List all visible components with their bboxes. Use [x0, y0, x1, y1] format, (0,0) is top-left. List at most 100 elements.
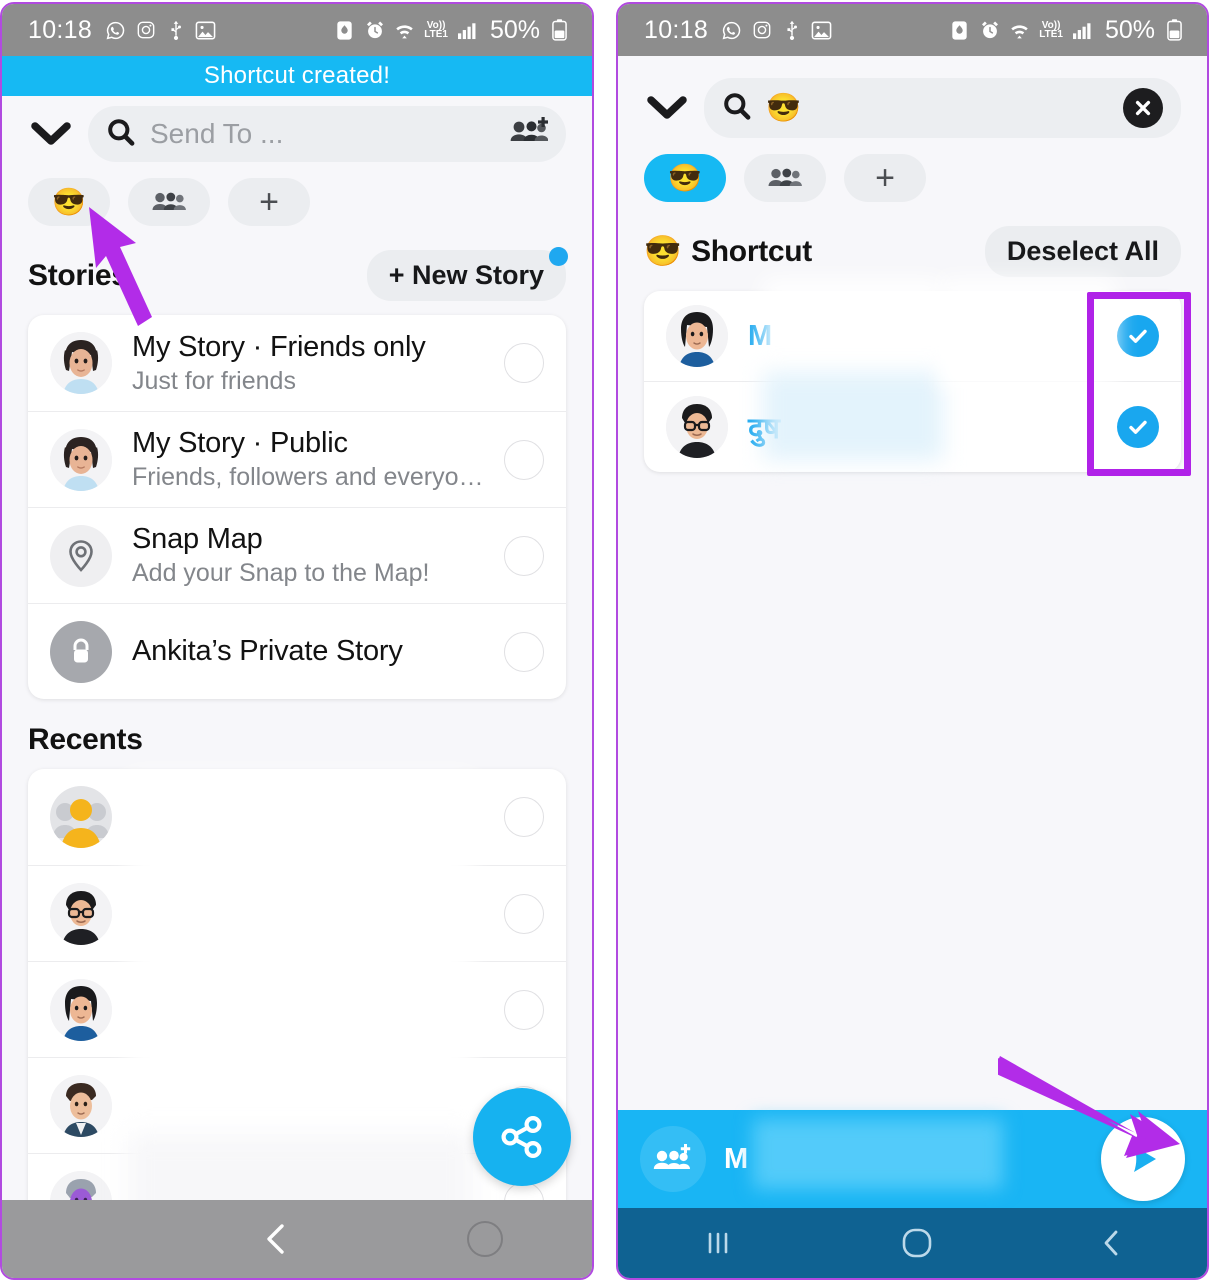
story-text: Snap Map Add your Snap to the Map! — [132, 523, 484, 588]
shortcut-member-name: दुष — [748, 412, 780, 445]
search-value: 😎 — [766, 92, 801, 123]
alarm-icon — [364, 20, 385, 41]
send-arrow-icon — [1134, 1146, 1156, 1172]
story-row-private-story[interactable]: Ankita’s Private Story — [28, 603, 566, 699]
shortcut-member-text: M — [748, 320, 1097, 353]
groups-chip[interactable] — [744, 154, 826, 202]
left-phone-screenshot: 10:18 Vo)) LTE1 50% Shortcut created! Se… — [0, 2, 594, 1280]
status-time: 10:18 — [644, 15, 709, 44]
shortcut-chip[interactable]: 😎 — [28, 178, 110, 226]
story-text: My Story · Friends only Just for friends — [132, 331, 484, 396]
android-nav-bar — [2, 1200, 592, 1278]
status-bar: 10:18 Vo)) LTE1 50% — [618, 4, 1207, 56]
add-group-icon[interactable] — [640, 1126, 706, 1192]
add-chip[interactable]: + — [228, 178, 310, 226]
avatar — [666, 396, 728, 458]
screenshot-icon — [195, 20, 216, 41]
battery-percent: 50% — [1104, 15, 1155, 44]
whatsapp-icon — [721, 20, 742, 41]
stories-title: Stories — [28, 258, 128, 292]
list-item-text — [132, 816, 484, 819]
story-radio[interactable] — [504, 343, 544, 383]
toast-shortcut-created: Shortcut created! — [2, 56, 592, 96]
avatar — [666, 305, 728, 367]
chevron-down-icon[interactable] — [644, 88, 690, 128]
sunglasses-emoji-icon: 😎 — [668, 162, 702, 193]
share-icon — [501, 1115, 542, 1159]
story-radio[interactable] — [504, 631, 544, 672]
story-title: My Story · Friends only — [132, 330, 426, 363]
shortcut-member-name: M — [748, 319, 772, 352]
recents-icon[interactable] — [701, 1228, 735, 1258]
story-subtitle: Just for friends — [132, 366, 296, 395]
list-item[interactable] — [28, 961, 566, 1057]
battery-icon — [549, 19, 570, 41]
avatar — [50, 786, 112, 848]
add-group-icon[interactable] — [510, 116, 549, 152]
battery-icon — [1164, 19, 1185, 41]
shortcut-member-text: दुष — [748, 408, 1097, 447]
status-bar: 10:18 Vo)) LTE1 50% — [2, 4, 592, 56]
groups-chip[interactable] — [128, 178, 210, 226]
shortcut-chip[interactable]: 😎 — [644, 154, 726, 202]
left-search-row: Send To ... — [2, 96, 592, 162]
avatar — [50, 882, 112, 945]
search-input[interactable]: 😎 — [704, 78, 1181, 138]
status-bar-right: Vo)) LTE1 50% — [949, 16, 1185, 45]
status-time: 10:18 — [28, 15, 93, 44]
whatsapp-icon — [105, 20, 126, 41]
shortcut-title: Shortcut — [691, 234, 812, 268]
home-icon[interactable] — [900, 1226, 934, 1260]
send-button[interactable] — [1101, 1117, 1185, 1201]
chevron-down-icon[interactable] — [28, 114, 74, 154]
list-item-radio[interactable] — [504, 797, 544, 837]
list-item-radio[interactable] — [504, 989, 544, 1030]
deselect-all-label: Deselect All — [1006, 236, 1159, 266]
story-radio[interactable] — [504, 535, 544, 576]
battery-saver-icon — [334, 20, 355, 41]
back-icon[interactable] — [262, 1221, 292, 1257]
list-item-radio[interactable] — [504, 893, 544, 934]
annotation-highlight-box — [1087, 292, 1191, 476]
plus-icon: + — [259, 183, 279, 221]
avatar — [50, 428, 112, 491]
home-icon[interactable] — [465, 1219, 505, 1259]
story-title: Snap Map — [132, 523, 263, 555]
recents-section-header: Recents — [2, 699, 592, 769]
left-chip-row: 😎 + — [2, 162, 592, 226]
story-text: My Story · Public Friends, followers and… — [132, 427, 484, 492]
status-bar-left: 10:18 — [28, 16, 216, 45]
story-row-my-story-public[interactable]: My Story · Public Friends, followers and… — [28, 411, 566, 507]
list-item[interactable] — [28, 865, 566, 961]
clear-search-button[interactable] — [1123, 88, 1163, 128]
wifi-icon — [1009, 20, 1030, 41]
story-subtitle: Add your Snap to the Map! — [132, 559, 430, 587]
new-story-button[interactable]: + New Story — [366, 247, 568, 301]
story-row-snap-map[interactable]: Snap Map Add your Snap to the Map! — [28, 507, 566, 603]
story-subtitle: Friends, followers and everyo… — [132, 463, 484, 491]
search-icon — [722, 91, 752, 126]
search-input[interactable]: Send To ... — [88, 106, 566, 162]
send-bar: M — [618, 1110, 1207, 1208]
right-search-row: 😎 — [618, 56, 1207, 138]
recents-title: Recents — [28, 723, 143, 756]
shortcut-section-header: 😎 Shortcut Deselect All — [618, 202, 1207, 291]
list-item[interactable] — [28, 769, 566, 865]
battery-percent: 50% — [489, 15, 540, 44]
story-row-my-story-friends[interactable]: My Story · Friends only Just for friends — [28, 315, 566, 411]
status-bar-right: Vo)) LTE1 50% — [334, 16, 570, 45]
right-phone-screenshot: 10:18 Vo)) LTE1 50% 😎 😎 + 😎 Shortcut Des… — [616, 2, 1209, 1280]
add-chip[interactable]: + — [844, 154, 926, 202]
send-recipients: M — [724, 1142, 749, 1175]
android-nav-bar — [618, 1208, 1207, 1278]
screenshot-stage: 10:18 Vo)) LTE1 50% Shortcut created! Se… — [0, 0, 1211, 1282]
story-radio[interactable] — [504, 439, 544, 480]
avatar — [50, 1074, 112, 1137]
wifi-icon — [394, 20, 415, 41]
volte-icon: Vo)) LTE1 — [424, 20, 448, 40]
screenshot-icon — [811, 20, 832, 41]
deselect-all-button[interactable]: Deselect All — [984, 226, 1181, 277]
back-icon[interactable] — [1099, 1227, 1125, 1259]
share-button[interactable] — [473, 1088, 571, 1186]
stories-section-header: Stories + New Story — [2, 226, 592, 315]
